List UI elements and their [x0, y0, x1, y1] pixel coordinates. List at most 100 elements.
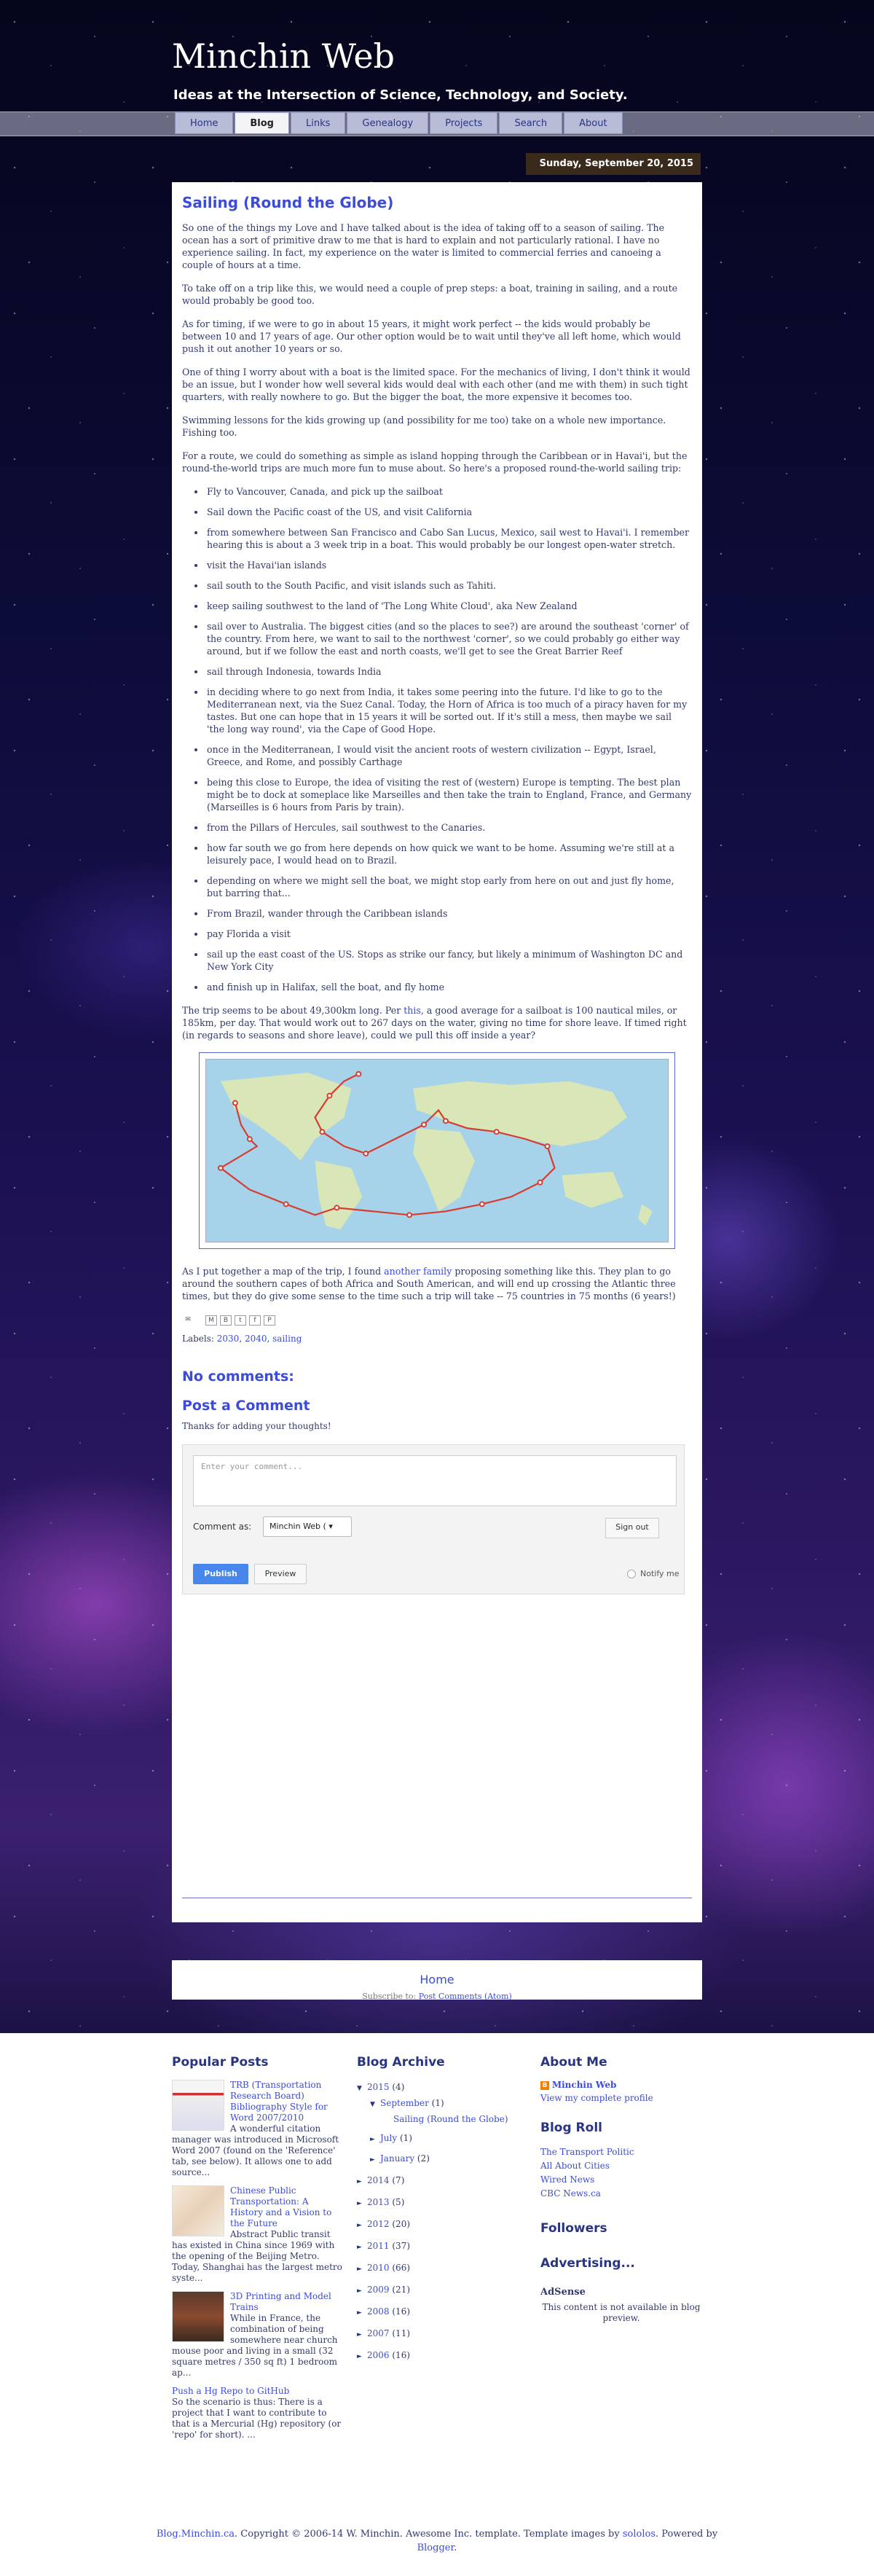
popular-posts-widget: Popular Posts TRB (Transportation Resear…: [172, 2055, 344, 2448]
label-link[interactable]: sailing: [272, 1334, 302, 1344]
facebook-share-icon[interactable]: f: [249, 1315, 261, 1326]
trip-link[interactable]: this: [403, 1005, 421, 1016]
blogger-link[interactable]: Blogger: [417, 2542, 454, 2553]
post-title[interactable]: Sailing (Round the Globe): [182, 194, 692, 211]
archive-month: ▼ September (1) Sailing (Round the Globe): [370, 2096, 524, 2126]
identity-select[interactable]: Minchin Web ( ▾: [263, 1516, 352, 1537]
route-item: depending on where we might sell the boa…: [205, 874, 692, 899]
expand-toggle-icon[interactable]: ►: [357, 2218, 367, 2233]
after-paragraph: As I put together a map of the trip, I f…: [182, 1265, 692, 1302]
archive-posts: Sailing (Round the Globe): [370, 2112, 524, 2126]
route-item: sail through Indonesia, towards India: [205, 665, 692, 678]
blog-title[interactable]: Minchin Web: [172, 36, 395, 76]
tab-projects[interactable]: Projects: [430, 112, 498, 134]
archive-year-link[interactable]: 2010: [367, 2263, 390, 2273]
expand-toggle-icon[interactable]: ▼: [357, 2081, 367, 2096]
archive-year-link[interactable]: 2008: [367, 2306, 390, 2317]
archive-count: (16): [392, 2306, 411, 2317]
archive-year-link[interactable]: 2007: [367, 2328, 390, 2338]
archive-year: ▼ 2015 (4) ▼ September (1) Sailing (Round …: [357, 2080, 524, 2167]
archive-count: (2): [417, 2153, 430, 2164]
archive-count: (20): [392, 2219, 411, 2229]
about-widget: About Me B Minchin Web View my complete …: [540, 2055, 702, 2324]
notify-checkbox[interactable]: [627, 1570, 636, 1578]
blogroll-link[interactable]: All About Cities: [540, 2159, 702, 2173]
email-post-icon[interactable]: ✉: [182, 1315, 194, 1326]
archive-year: ► 2010 (66): [357, 2260, 524, 2276]
comment-form: Enter your comment... Comment as: Minchi…: [182, 1444, 685, 1594]
credit-end: .: [454, 2542, 457, 2553]
post-paragraph: To take off on a trip like this, we woul…: [182, 283, 678, 306]
archive-year-link[interactable]: 2009: [367, 2285, 390, 2295]
blogroll-link[interactable]: Wired News: [540, 2173, 702, 2187]
expand-toggle-icon[interactable]: ►: [357, 2262, 367, 2276]
popular-posts-heading: Popular Posts: [172, 2055, 269, 2070]
blogger-icon: B: [540, 2080, 549, 2090]
archive-count: (5): [392, 2197, 405, 2207]
expand-toggle-icon[interactable]: ►: [370, 2132, 380, 2147]
post-footer: ✉ M B t f P Labels: 2030, 2040, sailing: [182, 1313, 692, 1344]
email-share-icon[interactable]: M: [205, 1315, 217, 1326]
archive-year-link[interactable]: 2012: [367, 2219, 390, 2229]
pinterest-share-icon[interactable]: P: [264, 1315, 275, 1326]
post-thumbnail[interactable]: [172, 2291, 224, 2342]
expand-toggle-icon[interactable]: ►: [370, 2153, 380, 2167]
blogroll-link[interactable]: The Transport Politic: [540, 2145, 702, 2159]
publish-button[interactable]: Publish: [193, 1564, 248, 1584]
preview-button[interactable]: Preview: [254, 1564, 307, 1584]
tab-genealogy[interactable]: Genealogy: [347, 112, 429, 134]
author-link[interactable]: sololos: [623, 2529, 656, 2540]
expand-toggle-icon[interactable]: ▼: [370, 2097, 380, 2112]
popular-post: Push a Hg Repo to GitHub So the scenario…: [172, 2386, 344, 2440]
popular-post-title[interactable]: Push a Hg Repo to GitHub: [172, 2386, 344, 2397]
blogroll-heading: Blog Roll: [540, 2121, 602, 2135]
archive-month-link[interactable]: January: [380, 2153, 414, 2164]
expand-toggle-icon[interactable]: ►: [357, 2284, 367, 2298]
twitter-share-icon[interactable]: t: [235, 1315, 246, 1326]
blog-this-icon[interactable]: B: [220, 1315, 232, 1326]
blogroll-link[interactable]: CBC News.ca: [540, 2187, 702, 2201]
expand-toggle-icon[interactable]: ►: [357, 2349, 367, 2364]
route-map[interactable]: [199, 1052, 675, 1249]
expand-toggle-icon[interactable]: ►: [357, 2196, 367, 2211]
post-thumbnail[interactable]: [172, 2080, 224, 2131]
tab-home[interactable]: Home: [175, 112, 234, 134]
tab-about[interactable]: About: [564, 112, 623, 134]
tab-blog[interactable]: Blog: [235, 112, 289, 134]
post-thumbnail[interactable]: [172, 2185, 224, 2236]
identity-value: Minchin Web (: [269, 1522, 326, 1531]
post-paragraph: As for timing, if we were to go in about…: [182, 318, 681, 354]
expand-toggle-icon[interactable]: ►: [357, 2174, 367, 2189]
expand-toggle-icon[interactable]: ►: [357, 2240, 367, 2255]
post-labels: Labels: 2030, 2040, sailing: [182, 1334, 302, 1344]
tab-links[interactable]: Links: [291, 112, 346, 134]
archive-year-link[interactable]: 2006: [367, 2350, 390, 2360]
archive-month-link[interactable]: September: [380, 2098, 429, 2108]
site-link[interactable]: Blog.Minchin.ca: [157, 2529, 235, 2540]
archive-year-link[interactable]: 2013: [367, 2197, 390, 2207]
route-item: sail up the east coast of the US. Stops …: [205, 948, 692, 973]
archive-year-link[interactable]: 2015: [367, 2082, 390, 2092]
archive-year: ► 2009 (21): [357, 2282, 524, 2298]
tab-search[interactable]: Search: [499, 112, 563, 134]
archive-month-link[interactable]: July: [380, 2133, 397, 2143]
archive-count: (7): [392, 2175, 405, 2185]
post-body: So one of the things my Love and I have …: [182, 222, 692, 1302]
sign-out-button[interactable]: Sign out: [605, 1518, 659, 1538]
route-item: in deciding where to go next from India,…: [205, 686, 692, 735]
profile-name-link[interactable]: Minchin Web: [552, 2080, 617, 2090]
comment-textarea[interactable]: Enter your comment...: [193, 1455, 677, 1506]
archive-year-link[interactable]: 2011: [367, 2241, 390, 2251]
archive-post-link[interactable]: Sailing (Round the Globe): [393, 2114, 508, 2124]
expand-toggle-icon[interactable]: ►: [357, 2328, 367, 2342]
label-link[interactable]: 2030: [217, 1334, 240, 1344]
expand-toggle-icon[interactable]: ►: [357, 2306, 367, 2320]
label-link[interactable]: 2040: [245, 1334, 267, 1344]
credit-text: . Copyright © 2006-14 W. Minchin. Awesom…: [235, 2529, 623, 2540]
archive-year-link[interactable]: 2014: [367, 2175, 390, 2185]
another-family-link[interactable]: another family: [384, 1266, 452, 1277]
subscribe-link[interactable]: Post Comments (Atom): [419, 1992, 512, 2001]
blog-description: Ideas at the Intersection of Science, Te…: [173, 87, 628, 103]
profile-link[interactable]: View my complete profile: [540, 2093, 702, 2103]
notify-toggle[interactable]: Notify me: [627, 1569, 680, 1578]
